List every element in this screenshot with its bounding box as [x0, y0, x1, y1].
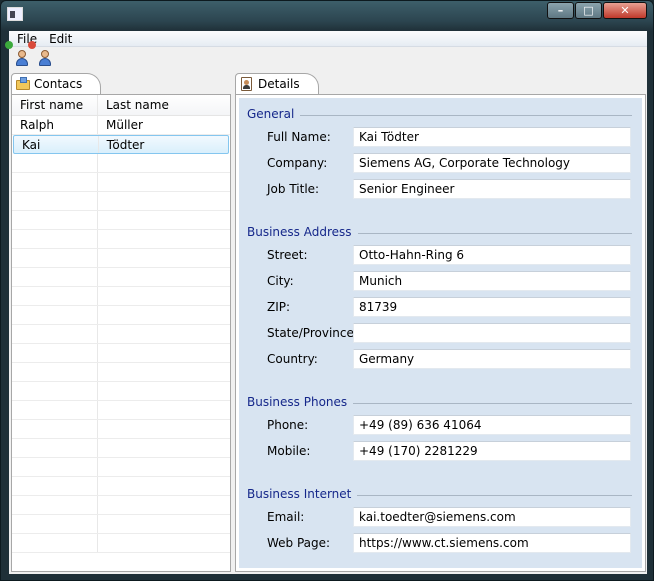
delete-contact-button[interactable]: [28, 41, 56, 69]
section-general-title: General: [247, 107, 301, 121]
empty-table-row: [12, 211, 230, 230]
contacts-pane: Contacs First name Last name Ralph Mülle…: [11, 73, 231, 572]
phone-field[interactable]: [353, 415, 631, 435]
web-page-field[interactable]: [353, 533, 631, 553]
menu-bar: File Edit: [9, 31, 647, 47]
empty-table-row: [12, 477, 230, 496]
empty-table-row: [12, 287, 230, 306]
empty-table-row: [12, 230, 230, 249]
full-name-label: Full Name:: [267, 130, 331, 144]
zip-field[interactable]: [353, 297, 631, 317]
section-divider: [247, 115, 632, 116]
mobile-field[interactable]: [353, 441, 631, 461]
company-field[interactable]: [353, 153, 631, 173]
street-field[interactable]: [353, 245, 631, 265]
details-form: General Full Name: Company: Job Title: B…: [239, 98, 642, 568]
add-contact-button[interactable]: [5, 41, 33, 69]
state-field[interactable]: [353, 323, 631, 343]
empty-table-row: [12, 192, 230, 211]
empty-table-row: [12, 363, 230, 382]
zip-label: ZIP:: [267, 300, 291, 314]
phone-label: Phone:: [267, 418, 309, 432]
contact-card-icon: [240, 77, 254, 91]
column-header-last-name[interactable]: Last name: [98, 95, 228, 115]
empty-table-row: [12, 458, 230, 477]
tab-details[interactable]: Details: [235, 73, 319, 95]
section-phones-title: Business Phones: [247, 395, 354, 409]
details-pane: Details General Full Name: Company: Job …: [235, 73, 646, 572]
empty-table-row: [12, 154, 230, 173]
state-label: State/Province:: [267, 326, 358, 340]
email-label: Email:: [267, 510, 305, 524]
empty-table-row: [12, 439, 230, 458]
street-label: Street:: [267, 248, 308, 262]
empty-table-row: [12, 401, 230, 420]
table-header: First name Last name: [12, 95, 230, 116]
cell-first-name: Ralph: [12, 116, 98, 134]
app-window: – □ ✕ File Edit Contacs First name Last …: [0, 0, 654, 581]
tab-details-label: Details: [258, 77, 300, 91]
cell-first-name: Kai: [14, 136, 99, 153]
app-icon[interactable]: [7, 7, 23, 21]
empty-table-row: [12, 306, 230, 325]
empty-table-row: [12, 325, 230, 344]
cell-last-name: Müller: [106, 118, 143, 132]
tab-contacts[interactable]: Contacs: [11, 73, 102, 95]
empty-table-row: [12, 496, 230, 515]
contacts-table: First name Last name Ralph Müller Kai Tö…: [12, 95, 230, 553]
toolbar: [5, 41, 647, 71]
country-label: Country:: [267, 352, 318, 366]
city-label: City:: [267, 274, 294, 288]
contacts-box: First name Last name Ralph Müller Kai Tö…: [11, 94, 231, 572]
empty-table-row: [12, 420, 230, 439]
table-row-selected[interactable]: Kai Tödter: [13, 135, 229, 154]
table-row[interactable]: Ralph Müller: [12, 116, 230, 135]
empty-table-row: [12, 344, 230, 363]
empty-table-row: [12, 382, 230, 401]
country-field[interactable]: [353, 349, 631, 369]
city-field[interactable]: [353, 271, 631, 291]
contacts-folder-icon: [16, 77, 30, 90]
section-internet-title: Business Internet: [247, 487, 358, 501]
details-box: General Full Name: Company: Job Title: B…: [235, 94, 646, 572]
empty-table-row: [12, 268, 230, 287]
empty-table-row: [12, 515, 230, 534]
window-controls: – □ ✕: [546, 2, 647, 19]
maximize-button[interactable]: □: [575, 2, 602, 19]
menu-edit[interactable]: Edit: [43, 31, 78, 46]
mobile-label: Mobile:: [267, 444, 311, 458]
email-field[interactable]: [353, 507, 631, 527]
minimize-button[interactable]: –: [547, 2, 574, 19]
web-page-label: Web Page:: [267, 536, 331, 550]
tab-contacts-label: Contacs: [34, 77, 83, 91]
section-address-title: Business Address: [247, 225, 358, 239]
job-title-field[interactable]: [353, 179, 631, 199]
empty-table-row: [12, 534, 230, 553]
empty-table-row: [12, 173, 230, 192]
job-title-label: Job Title:: [267, 182, 320, 196]
client-area: File Edit Contacs First name Last name R…: [5, 31, 647, 574]
empty-table-row: [12, 249, 230, 268]
full-name-field[interactable]: [353, 127, 631, 147]
company-label: Company:: [267, 156, 328, 170]
cell-last-name: Tödter: [106, 138, 145, 152]
column-header-first-name[interactable]: First name: [12, 95, 98, 115]
title-bar[interactable]: – □ ✕: [1, 1, 653, 29]
close-button[interactable]: ✕: [603, 2, 647, 19]
